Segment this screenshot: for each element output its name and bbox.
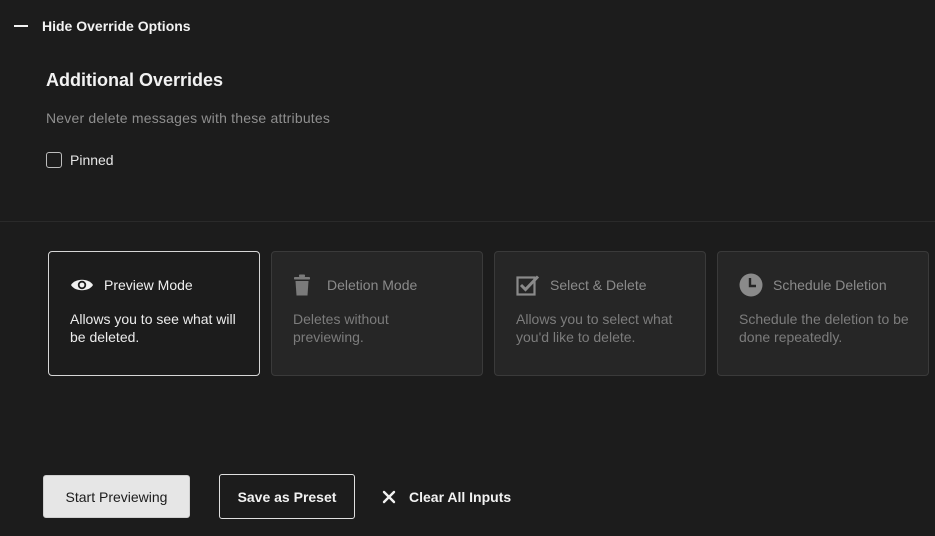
mode-card-title: Select & Delete	[550, 277, 647, 293]
pinned-checkbox-row[interactable]: Pinned	[46, 152, 114, 168]
trash-icon	[293, 274, 317, 296]
additional-overrides-description: Never delete messages with these attribu…	[46, 110, 331, 126]
eye-icon	[70, 274, 94, 296]
mode-card-header: Schedule Deletion	[739, 273, 908, 297]
mode-card-description: Allows you to see what will be deleted.	[70, 311, 236, 345]
mode-card-header: Deletion Mode	[293, 274, 462, 296]
minus-icon	[14, 25, 28, 27]
save-as-preset-button[interactable]: Save as Preset	[219, 474, 355, 519]
hide-override-options-toggle[interactable]: Hide Override Options	[14, 15, 191, 37]
mode-card-preview[interactable]: Preview Mode Allows you to see what will…	[48, 251, 260, 376]
mode-card-description: Deletes without previewing.	[293, 311, 389, 345]
start-previewing-button[interactable]: Start Previewing	[43, 475, 190, 518]
pinned-checkbox[interactable]	[46, 152, 62, 168]
mode-card-schedule[interactable]: Schedule Deletion Schedule the deletion …	[717, 251, 929, 376]
mode-card-title: Schedule Deletion	[773, 277, 887, 293]
mode-card-select-delete[interactable]: Select & Delete Allows you to select wha…	[494, 251, 706, 376]
mode-card-title: Preview Mode	[104, 277, 193, 293]
close-icon	[381, 489, 397, 505]
toggle-label: Hide Override Options	[42, 18, 191, 34]
section-divider	[0, 221, 935, 222]
checked-box-icon	[516, 274, 540, 296]
mode-card-description: Schedule the deletion to be done repeate…	[739, 311, 909, 345]
clear-all-inputs-label: Clear All Inputs	[409, 489, 512, 505]
mode-card-deletion[interactable]: Deletion Mode Deletes without previewing…	[271, 251, 483, 376]
mode-cards: Preview Mode Allows you to see what will…	[48, 251, 929, 376]
mode-card-description: Allows you to select what you'd like to …	[516, 311, 673, 345]
pinned-checkbox-label: Pinned	[70, 152, 114, 168]
clock-icon	[739, 273, 763, 297]
clear-all-inputs-button[interactable]: Clear All Inputs	[381, 485, 511, 509]
mode-card-header: Preview Mode	[70, 274, 239, 296]
mode-card-header: Select & Delete	[516, 274, 685, 296]
mode-card-title: Deletion Mode	[327, 277, 418, 293]
additional-overrides-title: Additional Overrides	[46, 70, 224, 90]
